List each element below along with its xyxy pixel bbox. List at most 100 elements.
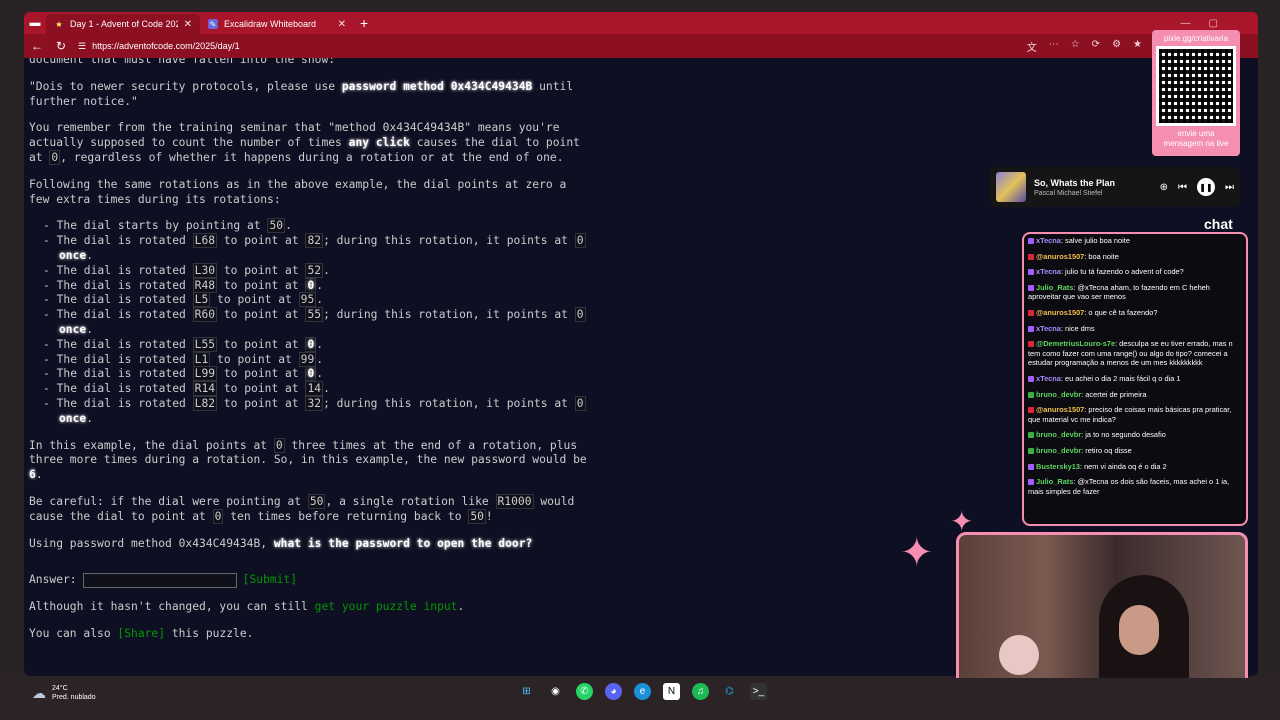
more-icon[interactable]: ⋯ [1049, 39, 1059, 54]
item-text: . [323, 382, 330, 396]
discord-icon[interactable]: ◕ [605, 683, 622, 700]
chat-user: @anuros1507 [1036, 307, 1085, 317]
tab-excalidraw[interactable]: ✎ Excalidraw Whiteboard ✕ [200, 14, 354, 34]
chat-message: @anuros1507: preciso de coisas mais bási… [1028, 405, 1242, 424]
item-text: to point at [217, 382, 306, 396]
favorite-icon[interactable]: ☆ [1071, 39, 1080, 54]
terminal-icon[interactable]: >_ [750, 683, 767, 700]
item-text: to point at [217, 234, 306, 248]
minimize-icon[interactable]: — [1181, 18, 1191, 29]
careful-text: ! [485, 509, 493, 523]
rotation-list: - The dial starts by pointing at 50. - T… [29, 218, 589, 426]
chat-panel: xTecna: salve julio boa noite @anuros150… [1022, 232, 1248, 526]
question-text: Using password method 0x434C49434B, [29, 536, 274, 550]
favorites-icon[interactable]: ★ [1133, 39, 1142, 54]
badge-icon [1028, 269, 1034, 276]
code-value: 50 [468, 508, 486, 524]
item-text: - The dial is rotated [43, 382, 193, 396]
previous-icon[interactable]: ⏮ [1178, 182, 1187, 193]
address-bar[interactable]: ☰ https://adventofcode.com/2025/day/1 [78, 41, 1017, 52]
example-paragraph: In this example, the dial points at 0 th… [29, 437, 589, 483]
edge-icon[interactable]: e [634, 683, 651, 700]
example-text: In this example, the dial points at [29, 438, 274, 452]
now-playing-widget: So, Whats the Plan Pascal Michael Stiefe… [990, 167, 1240, 207]
close-tab-icon[interactable]: ✕ [338, 19, 346, 30]
playback-controls: ⊕ ⏮ ❚❚ ⏭ [1160, 178, 1234, 196]
share-link[interactable]: [Share] [117, 627, 165, 640]
spotify-icon[interactable]: ♫ [692, 683, 709, 700]
list-item: - The dial starts by pointing at 50. [29, 218, 589, 234]
youtube-icon [1028, 310, 1034, 317]
item-text: . [86, 411, 94, 425]
next-icon[interactable]: ⏭ [1225, 182, 1234, 193]
chat-user: Bustersky13 [1036, 461, 1080, 471]
code-value: L55 [192, 336, 218, 352]
kick-icon [1028, 447, 1034, 454]
youtube-icon [1028, 341, 1034, 348]
streamer-face [1119, 605, 1159, 655]
chat-user: Julio_Rats [1036, 477, 1074, 487]
browser-toolbar: ← ↻ ☰ https://adventofcode.com/2025/day/… [24, 34, 1258, 58]
chat-user: xTecna [1036, 236, 1061, 245]
kick-icon [1028, 432, 1034, 439]
chat-user: bruno_devbr [1036, 430, 1082, 440]
back-icon[interactable]: ← [30, 39, 44, 53]
donation-qr-panel: pixie.gg/criativaria envie uma mensagem … [1152, 30, 1240, 156]
tab-actions-icon[interactable]: ▬ [24, 12, 46, 34]
translate-icon[interactable]: 文 [1027, 39, 1037, 54]
item-text: to point at [217, 367, 306, 381]
tab-title: Day 1 - Advent of Code 2025 [70, 19, 178, 29]
share-text: this puzzle. [165, 627, 254, 641]
careful-text: Be careful: if the dial were pointing at [29, 494, 308, 508]
submit-button[interactable]: [Submit] [243, 573, 297, 588]
site-info-icon[interactable]: ☰ [78, 41, 86, 52]
answer-input[interactable] [82, 573, 237, 589]
item-text: - The dial is rotated [43, 234, 193, 248]
code-value: 0 [574, 307, 586, 323]
puzzle-input-link[interactable]: get your puzzle input [315, 600, 458, 613]
once-emphasis: once [59, 322, 87, 336]
vscode-icon[interactable]: ⌬ [721, 683, 738, 700]
code-value: 0 [49, 149, 61, 165]
item-text: . [316, 278, 324, 292]
close-tab-icon[interactable]: ✕ [184, 19, 192, 30]
badge-icon [1028, 375, 1034, 382]
obs-icon[interactable]: ◉ [547, 683, 564, 700]
chat-message: @anuros1507: boa noite [1028, 252, 1242, 262]
intro-tail: document that must have fallen into the … [29, 58, 336, 66]
code-value: 99 [298, 351, 317, 367]
list-item: - The dial is rotated R14 to point at 14… [29, 381, 589, 397]
lamp-shape [999, 635, 1039, 675]
weather-widget[interactable]: ☁ 24°C Pred. nublado [32, 684, 96, 702]
refresh-icon[interactable]: ⟳ [1092, 39, 1100, 54]
item-text: to point at [217, 308, 306, 322]
webcam-feed [956, 532, 1248, 698]
artist-name: Pascal Michael Stiefel [1034, 189, 1103, 197]
excalidraw-favicon-icon: ✎ [208, 19, 218, 29]
example-answer: 6 [29, 468, 36, 482]
pause-icon[interactable]: ❚❚ [1197, 178, 1215, 196]
input-text: . [457, 600, 465, 614]
list-item: - The dial is rotated L5 to point at 95. [29, 292, 589, 308]
chat-text: : salve julio boa noite [1060, 236, 1130, 245]
answer-label: Answer: [29, 573, 77, 587]
taskbar-apps: ⊞ ◉ ✆ ◕ e N ♫ ⌬ >_ [518, 683, 767, 700]
chat-message: xTecna: salve julio boa noite [1028, 236, 1242, 246]
reload-icon[interactable]: ↻ [54, 39, 68, 53]
notion-icon[interactable]: N [663, 683, 680, 700]
code-value: R48 [192, 277, 218, 293]
sparkle-icon: ✦ [900, 531, 934, 575]
chat-text: : julio tu tá fazendo o advent of code? [1060, 267, 1184, 277]
item-text: - The dial is rotated [43, 337, 193, 351]
tab-advent-of-code[interactable]: ★ Day 1 - Advent of Code 2025 ✕ [46, 14, 200, 34]
item-text: ; during this rotation, it points at [323, 308, 575, 322]
add-icon[interactable]: ⊕ [1160, 182, 1168, 193]
weather-text: 24°C Pred. nublado [52, 684, 96, 702]
new-tab-icon[interactable]: + [360, 15, 368, 31]
chat-message: bruno_devbr: ja to no segundo desafio [1028, 430, 1242, 440]
whatsapp-icon[interactable]: ✆ [576, 683, 593, 700]
maximize-icon[interactable]: ▢ [1209, 18, 1218, 29]
extensions-icon[interactable]: ⚙ [1112, 39, 1121, 54]
windows-start-icon[interactable]: ⊞ [518, 683, 535, 700]
puzzle-article: document that must have fallen into the … [29, 58, 589, 654]
